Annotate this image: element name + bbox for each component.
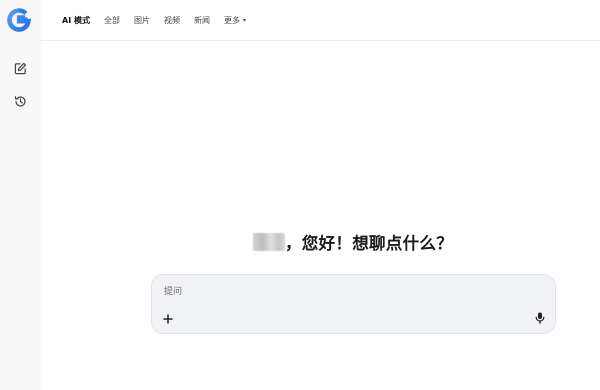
tab-ai-mode[interactable]: AI 模式 xyxy=(62,15,90,26)
chevron-down-icon: ▾ xyxy=(242,16,246,24)
sidebar xyxy=(0,0,41,390)
blurred-username xyxy=(253,233,285,251)
edit-icon xyxy=(14,60,27,79)
add-attachment-button[interactable] xyxy=(160,310,176,326)
microphone-icon xyxy=(535,309,545,328)
voice-input-button[interactable] xyxy=(532,310,548,326)
greeting: ，您好！想聊点什么？ xyxy=(253,230,453,254)
tab-news[interactable]: 新闻 xyxy=(194,15,210,26)
tab-more-label: 更多 xyxy=(223,15,240,25)
plus-icon xyxy=(163,309,173,328)
tab-videos[interactable]: 视频 xyxy=(164,15,180,26)
tab-more[interactable]: 更多 ▾ xyxy=(224,15,246,26)
history-icon xyxy=(14,93,27,112)
greeting-text: ，您好！想聊点什么？ xyxy=(285,234,453,253)
app-root: AI 模式 全部 图片 视频 新闻 更多 ▾ ，您好！想聊点什么？ xyxy=(0,0,600,390)
google-logo-icon[interactable] xyxy=(6,7,32,33)
tab-all[interactable]: 全部 xyxy=(104,15,120,26)
history-button[interactable] xyxy=(9,91,31,113)
top-nav: AI 模式 全部 图片 视频 新闻 更多 ▾ xyxy=(41,0,600,41)
new-chat-button[interactable] xyxy=(9,58,31,80)
chat-input[interactable] xyxy=(164,284,464,300)
chat-input-box xyxy=(151,274,556,334)
tab-images[interactable]: 图片 xyxy=(134,15,150,26)
